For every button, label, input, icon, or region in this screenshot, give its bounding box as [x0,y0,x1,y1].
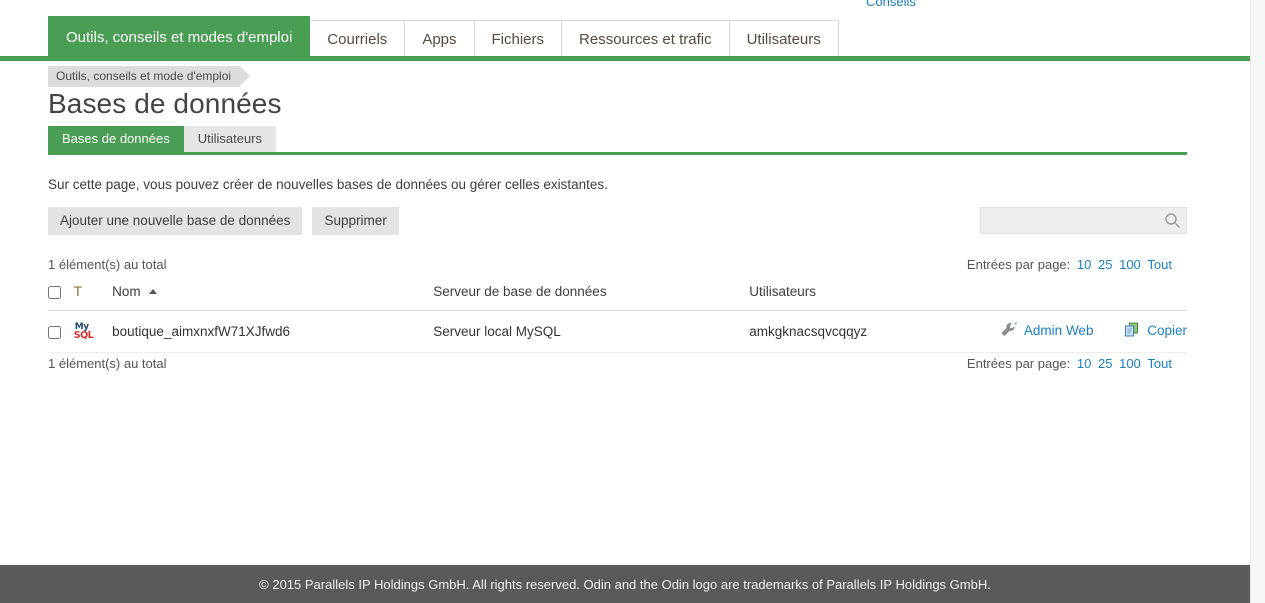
entries-per-page-bottom: Entrées par page: 10 25 100 Tout [967,356,1172,371]
add-database-button[interactable]: Ajouter une nouvelle base de données [48,207,302,235]
nav-tab-resources-traffic[interactable]: Ressources et trafic [561,20,730,58]
action-toolbar: Ajouter une nouvelle base de données Sup… [48,207,409,235]
row-server-cell: Serveur local MySQL [433,311,749,353]
users-column-header[interactable]: Utilisateurs [749,284,974,311]
per-page-10-bottom[interactable]: 10 [1077,356,1091,371]
web-admin-link[interactable]: Admin Web [1024,323,1094,338]
per-page-100-bottom[interactable]: 100 [1119,356,1141,371]
total-count-top: 1 élément(s) au total [48,257,167,272]
entries-per-page-label-top: Entrées par page: [967,257,1070,272]
nav-tab-files[interactable]: Fichiers [474,20,563,58]
page-description: Sur cette page, vous pouvez créer de nou… [48,177,608,192]
entries-per-page-label-bottom: Entrées par page: [967,356,1070,371]
per-page-all-top[interactable]: Tout [1147,257,1172,272]
sub-tab-accent-rule [48,152,1187,155]
tab-users[interactable]: Utilisateurs [184,126,276,152]
table-row: My SQL boutique_aimxnxfW71XJfwd6 Serveur… [48,311,1187,353]
row-actions-cell: Admin Web Copier [974,311,1187,353]
actions-column-header [974,284,1187,311]
nav-tab-tools[interactable]: Outils, conseils et modes d'emploi [48,16,310,58]
nav-tab-users[interactable]: Utilisateurs [729,20,839,58]
breadcrumb-arrow-icon [240,66,250,86]
primary-navigation: Outils, conseils et modes d'emploi Courr… [0,16,1250,58]
row-users-cell: amkgknacsqvcqqyz [749,311,974,353]
entries-per-page-top: Entrées par page: 10 25 100 Tout [967,257,1172,272]
breadcrumb-item-tools[interactable]: Outils, conseils et mode d'emploi [48,66,240,87]
page-title: Bases de données [48,88,282,120]
row-checkbox[interactable] [48,326,61,339]
server-column-header[interactable]: Serveur de base de données [433,284,749,311]
copy-link[interactable]: Copier [1147,323,1187,338]
vertical-scrollbar[interactable] [1250,0,1265,603]
breadcrumb-item-label: Outils, conseils et mode d'emploi [56,69,231,83]
per-page-all-bottom[interactable]: Tout [1147,356,1172,371]
name-sort-link[interactable]: Nom [112,284,144,299]
nav-tab-mail[interactable]: Courriels [309,20,405,58]
wrench-icon [1000,321,1018,339]
tab-databases[interactable]: Bases de données [48,126,184,152]
search-box[interactable] [980,207,1187,234]
breadcrumb: Outils, conseils et mode d'emploi [48,66,240,87]
total-count-bottom: 1 élément(s) au total [48,356,167,371]
per-page-100-top[interactable]: 100 [1119,257,1141,272]
copy-action[interactable]: Copier [1123,321,1187,339]
utility-bar: Conseils [0,0,1250,12]
delete-button[interactable]: Supprimer [312,207,398,235]
page-footer: © 2015 Parallels IP Holdings GmbH. All r… [0,565,1250,603]
per-page-25-bottom[interactable]: 25 [1098,356,1112,371]
sub-tab-bar: Bases de données Utilisateurs [48,126,276,152]
web-admin-action[interactable]: Admin Web [1000,321,1094,339]
page-root: Conseils Outils, conseils et modes d'emp… [0,0,1250,603]
search-input[interactable] [981,208,1161,233]
row-name-cell: boutique_aimxnxfW71XJfwd6 [112,311,433,353]
select-all-header [48,284,74,311]
name-column-header[interactable]: Nom [112,284,433,311]
row-type-cell: My SQL [74,311,112,353]
per-page-10-top[interactable]: 10 [1077,257,1091,272]
help-tips-link[interactable]: Conseils [866,0,916,9]
nav-tab-apps[interactable]: Apps [404,20,474,58]
select-all-checkbox[interactable] [48,286,61,299]
mysql-logo-icon: My SQL [74,322,96,342]
type-column-header[interactable]: T [74,284,112,311]
row-select-cell [48,311,74,353]
sort-ascending-icon [149,289,157,294]
search-icon[interactable] [1164,212,1181,229]
databases-table: T Nom Serveur de base de données Utilisa… [48,284,1187,353]
copyright-text: © 2015 Parallels IP Holdings GmbH. All r… [259,577,991,592]
table-header-row: T Nom Serveur de base de données Utilisa… [48,284,1187,311]
per-page-25-top[interactable]: 25 [1098,257,1112,272]
copy-icon [1123,321,1141,339]
